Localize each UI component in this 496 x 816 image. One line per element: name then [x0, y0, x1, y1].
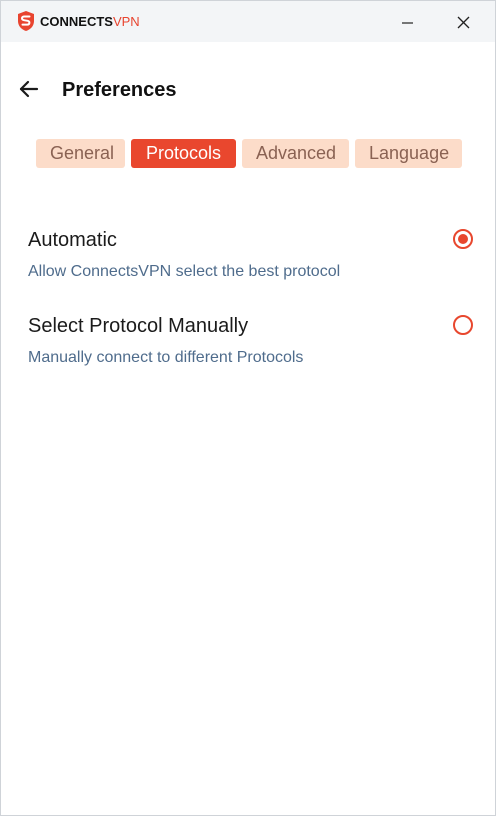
shield-logo-icon: [18, 11, 34, 31]
minimize-icon: [402, 22, 413, 24]
close-icon: [457, 16, 470, 29]
page-header: Preferences: [1, 63, 495, 115]
minimize-button[interactable]: [394, 9, 420, 35]
brand-name-bold: CONNECTS: [40, 13, 113, 29]
page-title: Preferences: [62, 79, 177, 101]
tab-advanced[interactable]: Advanced: [242, 139, 349, 168]
option-title: Select Protocol Manually: [28, 315, 249, 337]
brand-name: CONNECTSVPN: [40, 14, 140, 29]
arrow-left-icon: [19, 80, 39, 98]
automatic-radio[interactable]: [453, 229, 473, 249]
tab-general[interactable]: General: [36, 139, 125, 168]
back-button[interactable]: [16, 75, 44, 103]
protocol-option-automatic[interactable]: Automatic Allow ConnectsVPN select the b…: [28, 226, 478, 296]
option-description: Allow ConnectsVPN select the best protoc…: [28, 263, 341, 280]
option-description: Manually connect to different Protocols: [28, 349, 304, 366]
tab-protocols[interactable]: Protocols: [131, 139, 236, 168]
title-bar: CONNECTSVPN: [1, 1, 495, 42]
app-window: CONNECTSVPN Preferences General Protocol…: [0, 0, 496, 816]
tab-language[interactable]: Language: [355, 139, 462, 168]
protocol-option-manual[interactable]: Select Protocol Manually Manually connec…: [28, 312, 478, 382]
manual-radio[interactable]: [453, 315, 473, 335]
radio-selected-dot: [458, 234, 468, 244]
preferences-tabs: General Protocols Advanced Language: [36, 139, 462, 168]
brand-name-accent: VPN: [112, 13, 140, 29]
app-logo: CONNECTSVPN: [16, 10, 140, 32]
close-button[interactable]: [450, 9, 476, 35]
option-title: Automatic: [28, 229, 117, 251]
